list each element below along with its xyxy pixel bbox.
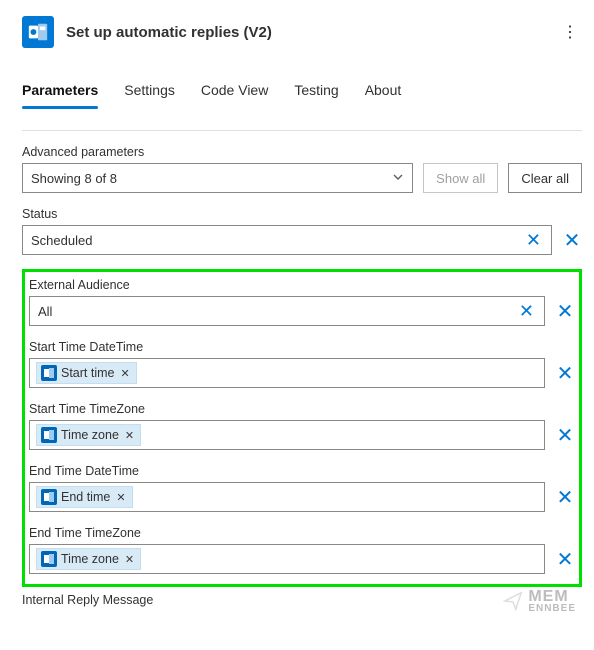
highlighted-parameters-group: External Audience All ✕ ✕ Start Time Dat… xyxy=(22,269,582,587)
end-timezone-token-label: Time zone xyxy=(61,552,119,566)
start-datetime-label: Start Time DateTime xyxy=(29,340,575,354)
outlook-token-icon xyxy=(41,427,57,443)
start-time-token-remove-icon[interactable]: ✕ xyxy=(121,367,130,380)
end-datetime-input[interactable]: End time ✕ xyxy=(29,482,545,512)
advanced-parameters-value: Showing 8 of 8 xyxy=(31,171,117,186)
status-value: Scheduled xyxy=(29,233,522,248)
tab-settings[interactable]: Settings xyxy=(124,76,175,108)
status-label: Status xyxy=(22,207,582,221)
end-time-token-label: End time xyxy=(61,490,110,504)
end-datetime-remove-icon[interactable]: ✕ xyxy=(555,482,575,512)
start-timezone-remove-icon[interactable]: ✕ xyxy=(555,420,575,450)
end-datetime-label: End Time DateTime xyxy=(29,464,575,478)
advanced-parameters-label: Advanced parameters xyxy=(22,145,582,159)
start-timezone-label: Start Time TimeZone xyxy=(29,402,575,416)
end-time-token-remove-icon[interactable]: ✕ xyxy=(116,491,125,504)
end-timezone-token[interactable]: Time zone ✕ xyxy=(36,548,141,570)
start-time-token-label: Start time xyxy=(61,366,115,380)
status-input[interactable]: Scheduled ✕ xyxy=(22,225,552,255)
outlook-token-icon xyxy=(41,489,57,505)
start-time-token[interactable]: Start time ✕ xyxy=(36,362,137,384)
external-audience-input[interactable]: All ✕ xyxy=(29,296,545,326)
external-audience-clear-icon[interactable]: ✕ xyxy=(515,302,538,320)
card-header: Set up automatic replies (V2) ⋮ xyxy=(22,16,582,48)
external-audience-remove-icon[interactable]: ✕ xyxy=(555,296,575,326)
end-timezone-input[interactable]: Time zone ✕ xyxy=(29,544,545,574)
clear-all-button[interactable]: Clear all xyxy=(508,163,582,193)
outlook-token-icon xyxy=(41,551,57,567)
external-audience-value: All xyxy=(36,304,515,319)
more-menu-icon[interactable]: ⋮ xyxy=(562,22,582,42)
start-datetime-input[interactable]: Start time ✕ xyxy=(29,358,545,388)
status-remove-icon[interactable]: ✕ xyxy=(562,225,582,255)
external-audience-label: External Audience xyxy=(29,278,575,292)
start-timezone-token-label: Time zone xyxy=(61,428,119,442)
end-timezone-label: End Time TimeZone xyxy=(29,526,575,540)
divider xyxy=(22,130,582,131)
outlook-token-icon xyxy=(41,365,57,381)
start-timezone-input[interactable]: Time zone ✕ xyxy=(29,420,545,450)
tab-parameters[interactable]: Parameters xyxy=(22,76,98,108)
start-datetime-remove-icon[interactable]: ✕ xyxy=(555,358,575,388)
internal-reply-label: Internal Reply Message xyxy=(22,593,582,607)
tab-testing[interactable]: Testing xyxy=(294,76,338,108)
tab-bar: Parameters Settings Code View Testing Ab… xyxy=(22,76,582,108)
advanced-parameters-select[interactable]: Showing 8 of 8 xyxy=(22,163,413,193)
tab-code-view[interactable]: Code View xyxy=(201,76,268,108)
card-title: Set up automatic replies (V2) xyxy=(66,24,550,41)
show-all-button: Show all xyxy=(423,163,498,193)
outlook-icon xyxy=(22,16,54,48)
end-timezone-remove-icon[interactable]: ✕ xyxy=(555,544,575,574)
status-clear-icon[interactable]: ✕ xyxy=(522,231,545,249)
end-time-token[interactable]: End time ✕ xyxy=(36,486,133,508)
tab-about[interactable]: About xyxy=(365,76,402,108)
start-timezone-token-remove-icon[interactable]: ✕ xyxy=(125,429,134,442)
start-timezone-token[interactable]: Time zone ✕ xyxy=(36,424,141,446)
chevron-down-icon xyxy=(392,171,404,186)
end-timezone-token-remove-icon[interactable]: ✕ xyxy=(125,553,134,566)
